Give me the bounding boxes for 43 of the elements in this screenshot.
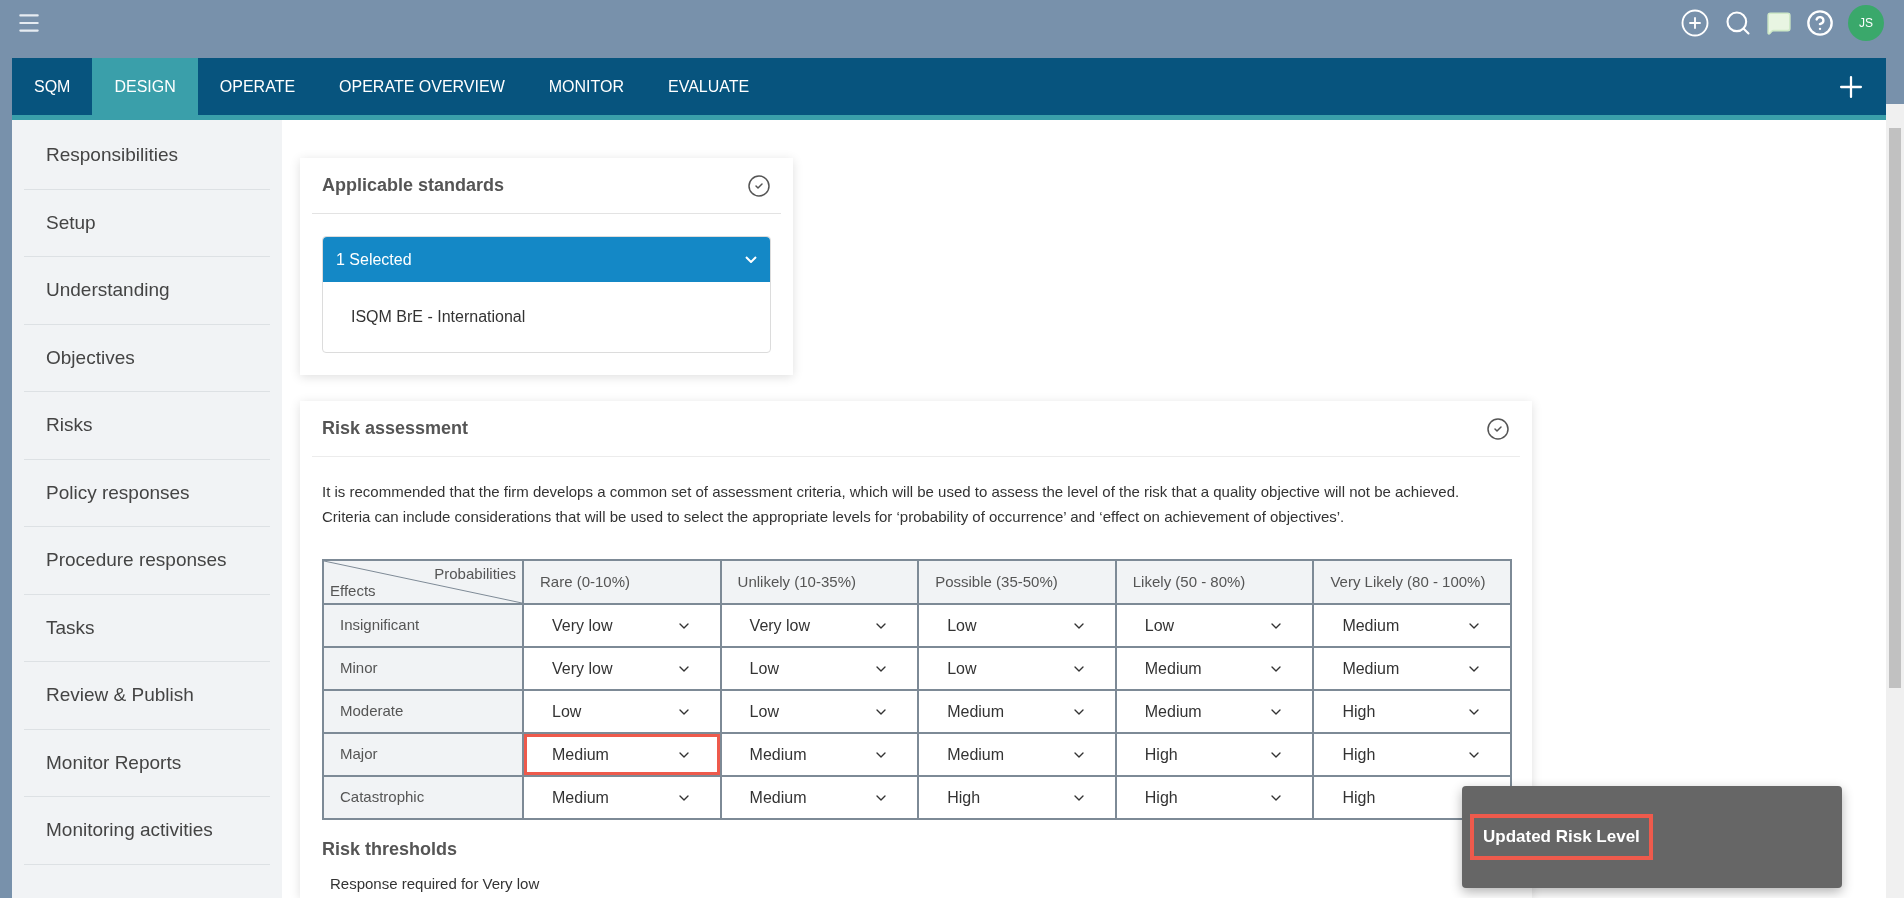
standards-dropdown[interactable]: 1 Selected (323, 237, 770, 282)
card-title: Risk assessment (322, 417, 469, 440)
row-header: Minor (323, 647, 523, 690)
card-title: Applicable standards (322, 174, 505, 197)
sidebar-item[interactable]: Understanding (24, 257, 270, 325)
search-icon[interactable] (1724, 9, 1752, 37)
toast-message: Updated Risk Level (1470, 814, 1653, 860)
dropdown-option[interactable]: ISQM BrE - International (323, 282, 770, 352)
chat-icon[interactable] (1766, 10, 1792, 36)
nav-tab[interactable]: OPERATE (197, 58, 318, 115)
sidebar-item[interactable]: Tasks (24, 594, 270, 662)
column-header: Rare (0-10%) (523, 560, 721, 604)
description-text: It is recommended that the firm develops a common set of assessment criteria, which will be used to assess the level of the risk that a quality objective will not be achieved. Criteria can include considerations that will be used to select the appropriate levels for ‘probability of occurrence’ and ‘effect on achievement of objectives’. (322, 482, 1461, 527)
sidebar-item[interactable]: Setup (24, 189, 270, 257)
sidebar-item[interactable]: Monitor Reports (24, 729, 270, 797)
sidebar-item[interactable]: Objectives (24, 324, 270, 392)
sidebar-item[interactable]: Risks (24, 392, 270, 460)
column-header: Very Likely (80 - 100%) (1313, 560, 1511, 604)
nav-tab[interactable]: MONITOR (526, 58, 646, 115)
corner-top-label: Probabilities (434, 565, 517, 582)
nav-tab[interactable]: OPERATE OVERVIEW (317, 58, 527, 115)
column-header: Possible (35-50%) (918, 560, 1116, 604)
row-header: Major (323, 733, 523, 776)
row-header: Moderate (323, 690, 523, 733)
nav-tab[interactable]: SQM (12, 58, 93, 115)
threshold-label: Response required for Very low (330, 874, 540, 894)
column-header: Unlikely (10-35%) (720, 560, 919, 604)
chevron-down-icon (745, 256, 757, 263)
sidebar-item[interactable]: Responsibilities (24, 122, 270, 190)
sidebar-item[interactable]: Monitoring activities (24, 797, 270, 865)
risk-level-select[interactable]: Medium (524, 734, 720, 775)
section-title: Risk thresholds (322, 838, 458, 861)
nav-tab[interactable]: EVALUATE (646, 58, 772, 115)
help-icon[interactable] (1806, 9, 1834, 37)
row-header: Catastrophic (323, 776, 523, 819)
sidebar-item[interactable]: Procedure responses (24, 527, 270, 595)
check-circle-icon (747, 173, 771, 198)
corner-bottom-label: Effects (329, 582, 376, 599)
column-header: Likely (50 - 80%) (1115, 560, 1314, 604)
sidebar-item[interactable]: Policy responses (24, 459, 270, 527)
check-circle-icon (1486, 416, 1510, 441)
sidebar-item[interactable]: Review & Publish (24, 662, 270, 730)
row-header: Insignificant (323, 604, 523, 647)
